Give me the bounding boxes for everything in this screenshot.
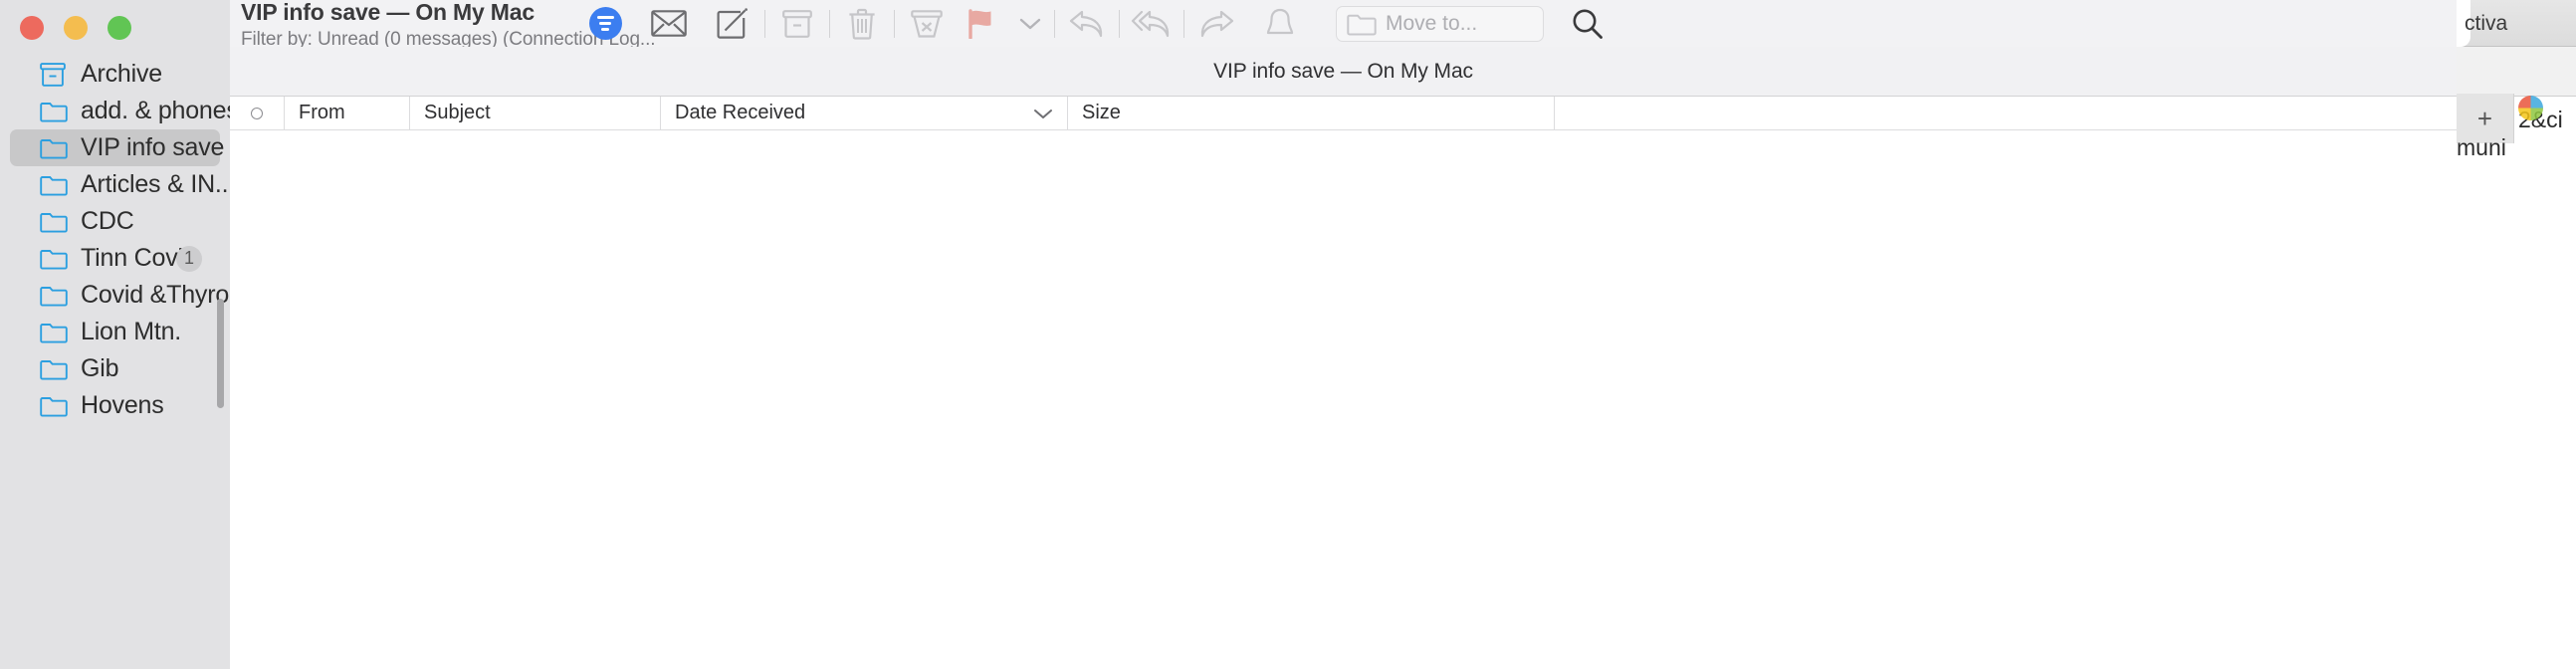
search-button[interactable] bbox=[1556, 0, 1619, 47]
extra-column-header[interactable] bbox=[1554, 96, 2457, 130]
background-tab-title: ctiva bbox=[2465, 12, 2508, 35]
folder-icon bbox=[40, 284, 68, 308]
mailbox-subheader-title: VIP info save — On My Mac bbox=[1213, 59, 1473, 83]
sidebar-item-tinn-covid[interactable]: Tinn Covid 1 bbox=[10, 240, 220, 277]
toolbar: VIP info save — On My Mac Filter by: Unr… bbox=[230, 0, 2457, 50]
mailbox-subheader: VIP info save — On My Mac bbox=[230, 47, 2457, 97]
message-list[interactable] bbox=[230, 130, 2457, 669]
search-icon bbox=[1573, 9, 1603, 39]
folder-icon bbox=[40, 321, 68, 344]
subject-column-header[interactable]: Subject bbox=[409, 96, 660, 130]
close-button[interactable] bbox=[20, 16, 44, 40]
message-list-column-headers: From Subject Date Received Size bbox=[230, 96, 2457, 130]
chevron-down-icon bbox=[1019, 18, 1041, 29]
compose-button[interactable] bbox=[701, 0, 764, 47]
sidebar-item-label: Archive bbox=[81, 60, 162, 88]
filter-lines-icon bbox=[588, 7, 622, 40]
archive-box-icon bbox=[40, 62, 68, 87]
reply-all-arrow-icon bbox=[1131, 10, 1170, 37]
reply-all-button[interactable] bbox=[1120, 0, 1183, 47]
folder-icon bbox=[40, 394, 68, 418]
background-browser-window[interactable]: ctiva + 2&ci muni bbox=[2457, 0, 2576, 669]
sidebar-item-label: Hovens bbox=[81, 391, 164, 419]
compose-pencil-icon bbox=[717, 7, 748, 39]
globe-icon bbox=[2518, 96, 2543, 120]
date-received-column-header[interactable]: Date Received bbox=[660, 96, 1067, 130]
background-bookmark-label: muni bbox=[2457, 134, 2506, 160]
sidebar-item-label: CDC bbox=[81, 207, 134, 235]
sidebar-scrollbar[interactable] bbox=[217, 299, 224, 408]
size-column-header[interactable]: Size bbox=[1067, 96, 1554, 130]
sidebar-item-label: add. & phones bbox=[81, 97, 239, 124]
flag-icon bbox=[968, 8, 991, 39]
move-to-field[interactable]: Move to... bbox=[1336, 5, 1544, 42]
sidebar-item-hovens[interactable]: Hovens bbox=[10, 387, 220, 424]
unread-circle-icon bbox=[251, 107, 263, 119]
mailbox-sidebar: Archive add. & phones VIP info save Article… bbox=[0, 0, 249, 669]
sidebar-item-cdc[interactable]: CDC bbox=[10, 203, 220, 240]
unread-count-badge: 1 bbox=[175, 245, 202, 272]
screen: ctiva + 2&ci muni Archive add. & phones VI… bbox=[0, 0, 2576, 669]
toolbar-buttons: Move to... bbox=[573, 0, 1619, 47]
sidebar-item-label: Lion Mtn. bbox=[81, 318, 182, 345]
minimize-button[interactable] bbox=[64, 16, 88, 40]
junk-bin-icon bbox=[911, 9, 943, 38]
date-received-column-label: Date Received bbox=[675, 102, 806, 123]
reply-arrow-icon bbox=[1069, 10, 1103, 37]
zoom-button[interactable] bbox=[107, 16, 131, 40]
sidebar-item-covid-thyro[interactable]: Covid &Thyro... bbox=[10, 277, 249, 314]
sidebar-item-articles-in[interactable]: Articles & IN... bbox=[10, 166, 235, 203]
folder-icon bbox=[40, 173, 68, 197]
sidebar-item-archive[interactable]: Archive bbox=[10, 56, 220, 93]
sidebar-item-vip-info-save[interactable]: VIP info save bbox=[10, 129, 224, 166]
sidebar-item-label: Gib bbox=[81, 354, 119, 382]
sidebar-item-lion-mtn[interactable]: Lion Mtn. bbox=[10, 314, 220, 350]
from-column-header[interactable]: From bbox=[284, 96, 409, 130]
folder-icon bbox=[40, 357, 68, 381]
sidebar-item-label: VIP info save bbox=[81, 133, 225, 161]
forward-arrow-icon bbox=[1200, 10, 1234, 37]
folder-icon bbox=[40, 210, 68, 234]
trash-icon bbox=[849, 8, 875, 40]
delete-button[interactable] bbox=[830, 0, 894, 47]
sidebar-item-gib[interactable]: Gib bbox=[10, 350, 220, 387]
background-url-bar[interactable]: + 2&ci bbox=[2457, 47, 2576, 143]
folder-icon bbox=[1347, 14, 1377, 35]
filter-button[interactable] bbox=[573, 0, 637, 47]
sort-chevron-down-icon bbox=[1034, 109, 1052, 118]
archive-box-icon bbox=[782, 9, 812, 38]
forward-button[interactable] bbox=[1184, 0, 1248, 47]
flag-menu-button[interactable] bbox=[1006, 0, 1054, 47]
mailbox-list: Archive add. & phones VIP info save Article… bbox=[0, 56, 249, 424]
sidebar-item-add-phones[interactable]: add. & phones bbox=[10, 93, 239, 129]
window-traffic-lights bbox=[20, 16, 131, 40]
folder-icon bbox=[40, 136, 68, 160]
move-to-placeholder: Move to... bbox=[1386, 11, 1478, 35]
page-title: VIP info save — On My Mac bbox=[241, 0, 535, 25]
archive-button[interactable] bbox=[765, 0, 829, 47]
folder-icon bbox=[40, 100, 68, 123]
unread-column-header[interactable] bbox=[230, 97, 284, 130]
junk-button[interactable] bbox=[895, 0, 959, 47]
mute-button[interactable] bbox=[1248, 0, 1312, 47]
get-mail-button[interactable] bbox=[637, 0, 701, 47]
mail-window: Archive add. & phones VIP info save Article… bbox=[0, 0, 2457, 669]
background-tab-bar[interactable]: ctiva bbox=[2457, 0, 2576, 47]
folder-icon bbox=[40, 247, 68, 271]
envelope-icon bbox=[651, 10, 687, 37]
reply-button[interactable] bbox=[1055, 0, 1119, 47]
bell-icon bbox=[1266, 8, 1294, 34]
toolbar-title-block: VIP info save — On My Mac Filter by: Unr… bbox=[230, 0, 656, 51]
flag-button[interactable] bbox=[959, 0, 1006, 47]
sidebar-item-label: Articles & IN... bbox=[81, 170, 236, 198]
